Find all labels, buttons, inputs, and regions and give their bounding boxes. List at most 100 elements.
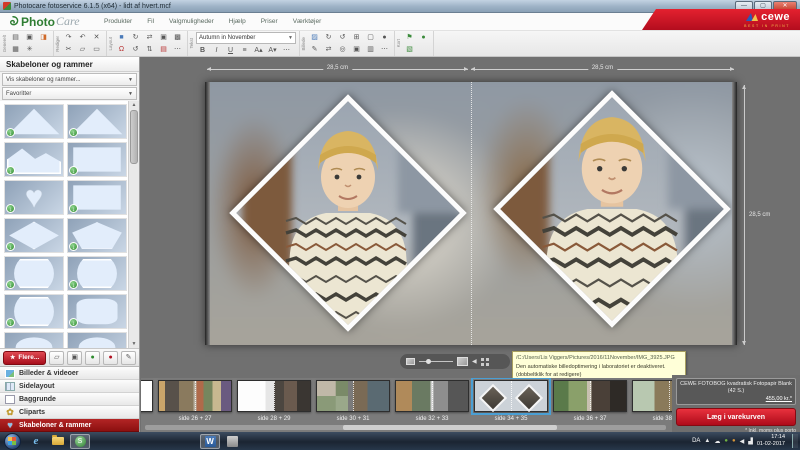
template-diamond[interactable]: ↓ (4, 218, 64, 253)
template-rounded[interactable]: ↓ (67, 294, 127, 329)
canvas-area[interactable]: 28,5 cm 28,5 cm 28,5 cm ◀ /C:/Users/Lis … (141, 57, 800, 378)
language-indicator[interactable]: DA (692, 438, 700, 444)
map-book-icon[interactable]: ▧ (403, 44, 416, 55)
more-icon[interactable]: ⋯ (378, 44, 391, 55)
thumbnail-image[interactable] (237, 380, 311, 412)
map-flag-icon[interactable]: ⚑ (403, 32, 416, 43)
page-thumbnail--30-31[interactable]: side 30 + 31 (316, 380, 390, 422)
stamp-icon[interactable]: ✎ (121, 351, 136, 365)
reset-icon[interactable]: ↺ (336, 32, 349, 43)
paste-icon[interactable]: ▭ (90, 44, 103, 55)
sidebar-item-baggrunde[interactable]: Baggrunde (0, 393, 139, 406)
open-project-icon[interactable]: ▣ (23, 32, 36, 43)
cut-icon[interactable]: ✂ (62, 44, 75, 55)
thumbnail-image[interactable] (158, 380, 232, 412)
dark-circle-icon[interactable]: ● (378, 32, 391, 43)
show-templates-dropdown[interactable]: Vis skabeloner og rammer...▼ (2, 73, 137, 86)
download-icon[interactable]: ↓ (69, 128, 78, 137)
download-icon[interactable]: ↓ (69, 280, 78, 289)
overview-grid-icon[interactable] (481, 358, 489, 366)
export-image-icon[interactable]: ◨ (37, 32, 50, 43)
zoom-in-image-icon[interactable] (457, 357, 468, 366)
undo-icon[interactable]: ↶ (76, 32, 89, 43)
send-backward-icon[interactable]: ▩ (171, 32, 184, 43)
italic-icon[interactable]: I (210, 45, 223, 56)
menu-item-fil[interactable]: Fil (147, 18, 154, 25)
download-icon[interactable]: ↓ (6, 242, 15, 251)
download-icon[interactable]: ↓ (6, 280, 15, 289)
settings-icon[interactable]: ✳ (23, 44, 36, 55)
start-button[interactable] (4, 433, 21, 450)
mask-icon[interactable]: ▢ (364, 32, 377, 43)
download-icon[interactable]: ↓ (69, 242, 78, 251)
copy-icon[interactable]: ▱ (76, 44, 89, 55)
page-spread[interactable] (205, 82, 737, 345)
taskbar-word-icon[interactable]: W (200, 434, 220, 449)
download-icon[interactable]: ↓ (69, 166, 78, 175)
tray-green-icon[interactable]: ● (724, 438, 728, 444)
download-icon[interactable]: ↓ (6, 166, 15, 175)
save-as-icon[interactable]: ▦ (9, 44, 22, 55)
info-icon[interactable]: ● (85, 351, 100, 365)
template-arch[interactable]: ↓ (4, 332, 64, 348)
rotate-image-icon[interactable]: ↻ (322, 32, 335, 43)
redo-icon[interactable]: ↷ (62, 32, 75, 43)
mask-icon[interactable]: ▱ (49, 351, 64, 365)
taskbar-explorer-icon[interactable] (48, 434, 68, 449)
menu-item-vrktjer[interactable]: Værktøjer (293, 18, 322, 25)
frames-icon[interactable]: ▣ (67, 351, 82, 365)
sidebar-scrollbar[interactable]: ▲ ▼ (128, 101, 139, 348)
frame-icon[interactable]: ▣ (350, 44, 363, 55)
font-down-icon[interactable]: A▾ (266, 45, 279, 56)
crop-icon[interactable]: ⊞ (350, 32, 363, 43)
menu-item-produkter[interactable]: Produkter (104, 18, 132, 25)
download-icon[interactable]: ↓ (6, 128, 15, 137)
sidebar-item-skabeloner-rammer[interactable]: ♥Skabeloner & rammer (0, 419, 139, 432)
show-desktop-button[interactable] (792, 434, 798, 448)
tray-cloud-icon[interactable]: ☁ (714, 438, 720, 445)
align-left-icon[interactable]: ≡ (238, 45, 251, 56)
template-pentagon[interactable]: ↓ (67, 218, 127, 253)
template-arch[interactable]: ↓ (67, 332, 127, 348)
background-icon[interactable]: ■ (115, 32, 128, 43)
template-rect[interactable]: ↓ (67, 142, 127, 177)
menu-item-priser[interactable]: Priser (261, 18, 278, 25)
zoom-slider-handle[interactable] (426, 359, 431, 364)
taskbar-photocare-icon[interactable]: S (70, 434, 90, 449)
delete-icon[interactable]: ✕ (90, 32, 103, 43)
thumbnail-image[interactable] (553, 380, 627, 412)
more-templates-button[interactable]: ★ Flere... (3, 351, 46, 365)
more-icon[interactable]: ⋯ (171, 44, 184, 55)
tray-orange-icon[interactable]: ● (732, 438, 736, 444)
font-up-icon[interactable]: A▴ (252, 45, 265, 56)
template-circle[interactable]: ↓ (4, 294, 64, 329)
flip-vertical-icon[interactable]: ⇅ (143, 44, 156, 55)
taskbar-ie-icon[interactable]: e (26, 434, 46, 449)
menu-item-valgmuligheder[interactable]: Valgmuligheder (169, 18, 214, 25)
stop-icon[interactable]: ● (103, 351, 118, 365)
filmstrip-scrollbar[interactable] (145, 425, 666, 430)
scroll-up-icon[interactable]: ▲ (129, 102, 139, 108)
price-link[interactable]: 455,00 kr.* (680, 396, 792, 402)
sidebar-item-billeder-videoer[interactable]: Billeder & videoer (0, 367, 139, 380)
zoom-slider[interactable] (419, 361, 453, 362)
thumbnail-image[interactable] (474, 380, 548, 412)
thumbnail-image[interactable] (316, 380, 390, 412)
thumbnail-image[interactable] (395, 380, 469, 412)
arrange-icon[interactable]: ▤ (157, 44, 170, 55)
page-thumbnail--26-27[interactable]: side 26 + 27 (158, 380, 232, 422)
page-thumbnail--32-33[interactable]: side 32 + 33 (395, 380, 469, 422)
more-icon[interactable]: ⋯ (280, 45, 293, 56)
sidebar-item-cliparts[interactable]: ✿Cliparts (0, 406, 139, 419)
thumbnail-partial[interactable] (141, 380, 153, 422)
menu-item-hjlp[interactable]: Hjælp (229, 18, 246, 25)
flip-horizontal-icon[interactable]: ⇄ (143, 32, 156, 43)
underline-icon[interactable]: U (224, 45, 237, 56)
bring-forward-icon[interactable]: ▣ (157, 32, 170, 43)
scroll-down-icon[interactable]: ▼ (129, 341, 139, 347)
tray-expand-icon[interactable]: ▲ (704, 438, 710, 444)
taskbar-app-icon[interactable] (222, 434, 242, 449)
taskbar-clock[interactable]: 17:14 01-02-2017 (757, 434, 785, 448)
download-icon[interactable]: ↓ (69, 204, 78, 213)
template-heart[interactable]: ♥↓ (4, 180, 64, 215)
